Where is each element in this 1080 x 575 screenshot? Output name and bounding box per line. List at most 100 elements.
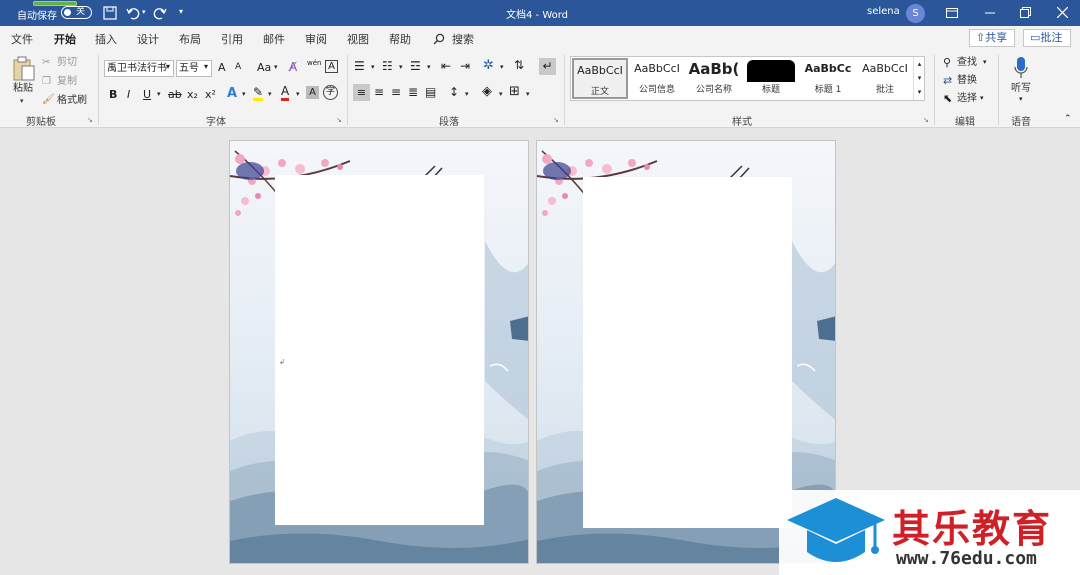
font-size-dropdown-icon[interactable]: ▾ xyxy=(204,62,208,71)
paragraph-launcher-icon[interactable]: ↘ xyxy=(553,116,559,124)
highlight-icon[interactable]: ✎ xyxy=(253,86,264,101)
bullets-icon[interactable]: ☰ xyxy=(354,59,365,73)
highlight-dropdown-icon[interactable]: ▾ xyxy=(268,90,272,98)
superscript-icon[interactable]: x² xyxy=(205,88,216,101)
undo-icon[interactable] xyxy=(126,6,140,20)
style-comment[interactable]: AaBbCcI 批注 xyxy=(857,58,913,99)
char-shading-icon[interactable]: A xyxy=(306,86,319,99)
clear-formatting-icon[interactable]: A̸ xyxy=(289,60,297,74)
bold-icon[interactable]: B xyxy=(109,88,117,101)
justify-icon[interactable]: ≣ xyxy=(408,85,418,99)
change-case-icon[interactable]: Aa xyxy=(257,61,271,74)
collapse-ribbon-icon[interactable]: ⌃ xyxy=(1064,114,1072,124)
multilevel-dropdown-icon[interactable]: ▾ xyxy=(427,63,431,71)
search-icon[interactable] xyxy=(433,33,445,45)
undo-dropdown-icon[interactable]: ▾ xyxy=(142,8,146,16)
shading-icon[interactable]: ◈ xyxy=(482,84,492,99)
format-painter-icon[interactable]: 🖌 xyxy=(42,93,55,107)
shrink-font-icon[interactable]: A xyxy=(235,62,241,72)
tab-mailings[interactable]: 邮件 xyxy=(263,31,285,47)
share-button[interactable]: ⇧共享 xyxy=(969,29,1015,47)
style-company-info[interactable]: AaBbCcI 公司信息 xyxy=(629,58,685,99)
subscript-icon[interactable]: x₂ xyxy=(187,88,198,101)
underline-icon[interactable]: U xyxy=(143,88,151,101)
align-left-icon[interactable]: ≡ xyxy=(353,84,370,101)
numbering-icon[interactable]: ☷ xyxy=(382,59,393,73)
paste-icon[interactable] xyxy=(12,56,36,82)
decrease-indent-icon[interactable]: ⇤ xyxy=(441,59,451,73)
tab-review[interactable]: 审阅 xyxy=(305,31,327,47)
grow-font-icon[interactable]: A xyxy=(218,61,226,74)
tab-layout[interactable]: 布局 xyxy=(179,31,201,47)
font-color-icon[interactable]: A xyxy=(281,85,290,101)
find-dropdown-icon[interactable]: ▾ xyxy=(983,58,987,66)
tab-search[interactable]: 搜索 xyxy=(452,31,474,47)
paste-dropdown-icon[interactable]: ▾ xyxy=(20,94,24,108)
tab-view[interactable]: 视图 xyxy=(347,31,369,47)
tab-design[interactable]: 设计 xyxy=(137,31,159,47)
select-label[interactable]: 选择 xyxy=(957,92,977,106)
comment-button[interactable]: ▭批注 xyxy=(1023,29,1071,47)
change-case-dropdown-icon[interactable]: ▾ xyxy=(274,63,278,71)
underline-dropdown-icon[interactable]: ▾ xyxy=(157,90,161,98)
style-heading-1[interactable]: AaBbCc 标题 1 xyxy=(800,58,856,99)
save-icon[interactable] xyxy=(103,6,117,20)
align-center-icon[interactable]: ≡ xyxy=(374,85,384,99)
text-effects-dropdown-icon[interactable]: ▾ xyxy=(242,90,246,98)
page-content[interactable] xyxy=(583,177,792,528)
font-name-combo[interactable]: 禹卫书法行书 xyxy=(104,60,174,77)
copy-label[interactable]: 复制 xyxy=(57,75,77,89)
style-normal[interactable]: AaBbCcI 正文 xyxy=(572,58,628,99)
line-spacing-icon[interactable]: ↕ xyxy=(449,85,459,99)
find-icon[interactable]: ⚲ xyxy=(943,56,951,69)
microphone-icon[interactable] xyxy=(1013,56,1029,80)
char-border-icon[interactable]: A xyxy=(325,60,338,73)
sort-icon[interactable]: ⇅ xyxy=(514,58,524,72)
page-1[interactable]: ↲ xyxy=(229,140,529,564)
chinese-layout-icon[interactable]: ✲ xyxy=(483,58,494,73)
find-label[interactable]: 查找 xyxy=(957,56,977,70)
format-painter-label[interactable]: 格式刷 xyxy=(57,94,87,108)
restore-icon[interactable] xyxy=(1020,7,1031,18)
italic-icon[interactable]: I xyxy=(127,88,130,101)
line-spacing-dropdown-icon[interactable]: ▾ xyxy=(465,90,469,98)
borders-dropdown-icon[interactable]: ▾ xyxy=(526,90,530,98)
chinese-layout-dropdown-icon[interactable]: ▾ xyxy=(500,63,504,71)
copy-icon[interactable]: ❐ xyxy=(42,75,51,89)
select-icon[interactable]: ⬉ xyxy=(943,92,952,105)
autosave-toggle[interactable]: 关 xyxy=(61,6,92,19)
borders-icon[interactable]: ⊞ xyxy=(509,84,520,99)
page-content[interactable] xyxy=(275,175,484,525)
font-launcher-icon[interactable]: ↘ xyxy=(336,116,342,124)
increase-indent-icon[interactable]: ⇥ xyxy=(460,59,470,73)
ribbon-display-icon[interactable] xyxy=(946,8,958,18)
text-effects-icon[interactable]: A xyxy=(227,86,237,101)
font-color-dropdown-icon[interactable]: ▾ xyxy=(296,90,300,98)
customize-qat-icon[interactable]: ▾ xyxy=(179,7,183,16)
cut-label[interactable]: 剪切 xyxy=(57,56,77,70)
shading-dropdown-icon[interactable]: ▾ xyxy=(499,90,503,98)
dictate-dropdown-icon[interactable]: ▾ xyxy=(1019,95,1023,103)
minimize-icon[interactable] xyxy=(985,12,995,14)
show-marks-icon[interactable]: ↵ xyxy=(539,58,556,75)
tab-home[interactable]: 开始 xyxy=(54,31,76,53)
strikethrough-icon[interactable]: ab xyxy=(168,88,182,101)
close-icon[interactable] xyxy=(1057,7,1068,18)
user-name[interactable]: selena xyxy=(867,6,900,17)
tab-file[interactable]: 文件 xyxy=(11,31,33,47)
styles-scroll[interactable]: ▴ ▾ ▾ xyxy=(913,57,925,100)
scroll-down-icon[interactable]: ▾ xyxy=(914,71,925,85)
enclose-char-icon[interactable]: 字 xyxy=(323,85,338,100)
clipboard-launcher-icon[interactable]: ↘ xyxy=(87,116,93,124)
tab-help[interactable]: 帮助 xyxy=(389,31,411,47)
multilevel-list-icon[interactable]: ☲ xyxy=(410,59,421,73)
redo-icon[interactable] xyxy=(153,6,167,20)
distributed-icon[interactable]: ▤ xyxy=(425,85,436,99)
cut-icon[interactable]: ✂ xyxy=(42,56,50,70)
select-dropdown-icon[interactable]: ▾ xyxy=(980,94,984,102)
tab-insert[interactable]: 插入 xyxy=(95,31,117,47)
scroll-up-icon[interactable]: ▴ xyxy=(914,57,925,71)
style-company-name[interactable]: AaBb( 公司名称 xyxy=(686,58,742,99)
styles-more-icon[interactable]: ▾ xyxy=(914,85,925,99)
user-avatar[interactable]: S xyxy=(906,4,925,23)
